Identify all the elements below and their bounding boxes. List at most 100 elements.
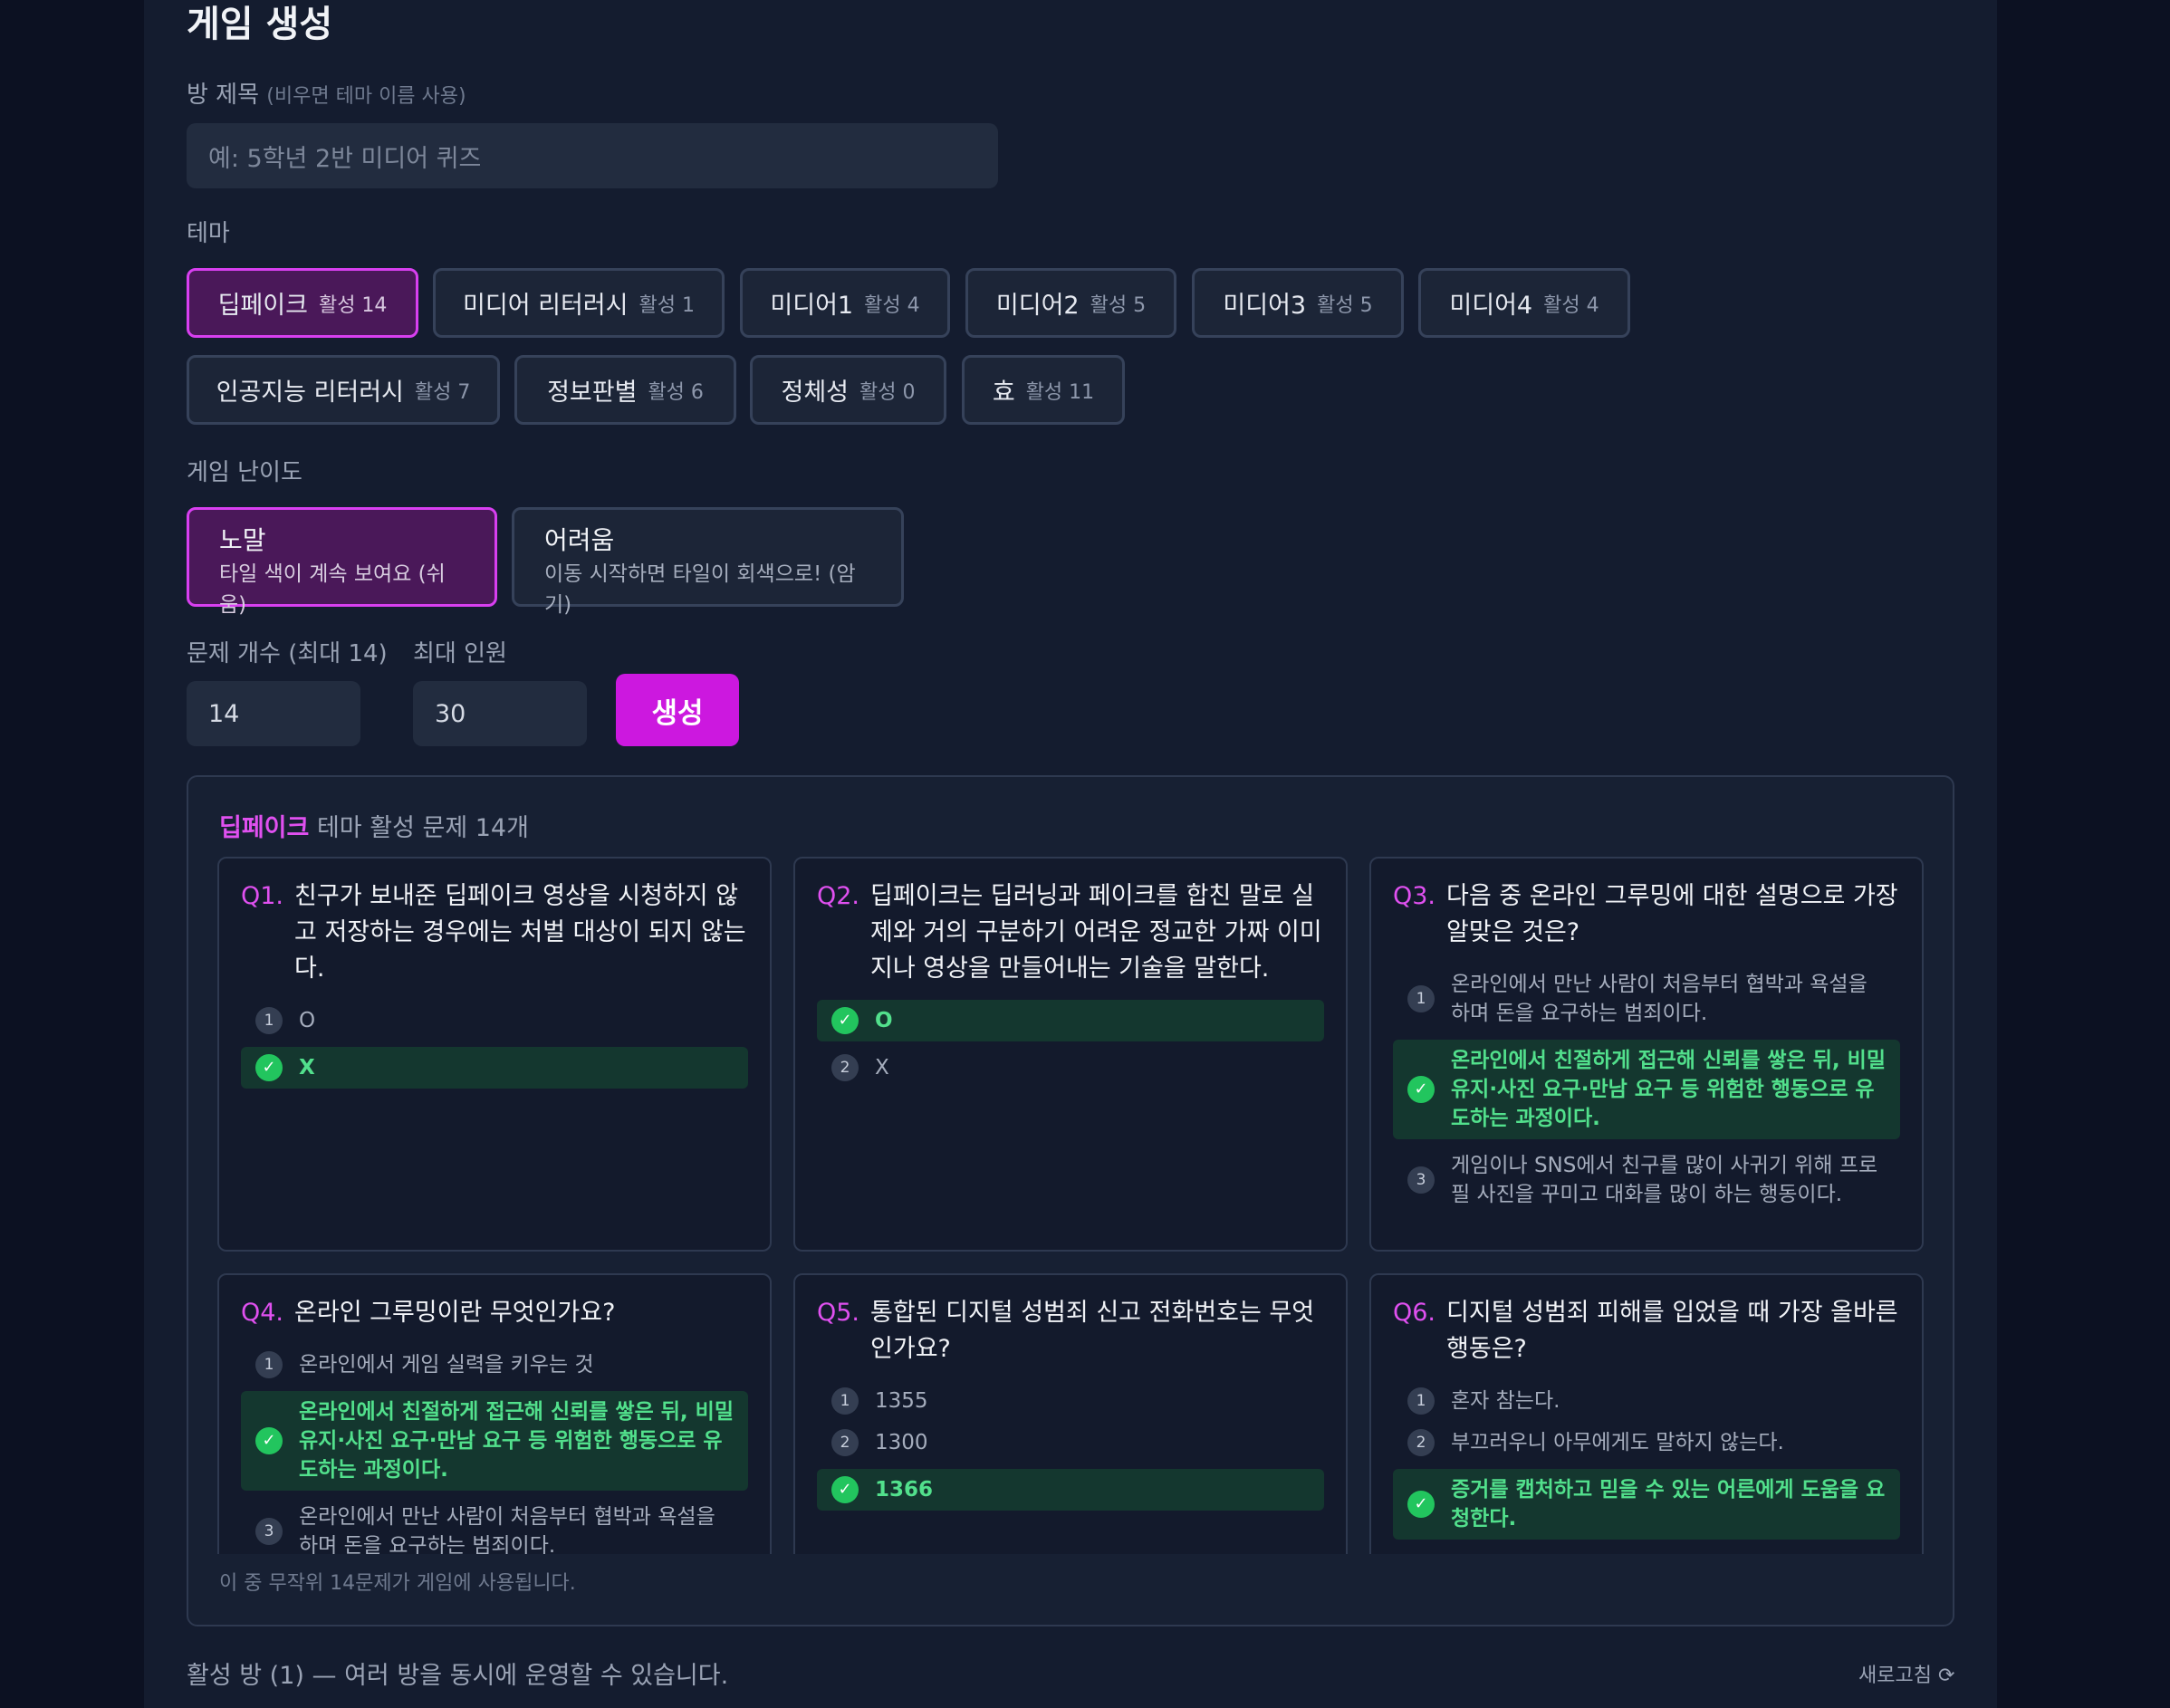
question-header: Q3. 다음 중 온라인 그루밍에 대한 설명으로 가장 알맞은 것은? [1393,878,1900,951]
question-header: Q4. 온라인 그루밍이란 무엇인가요? [241,1295,748,1331]
option-text: X [875,1056,889,1079]
theme-preview-box: 딥페이크 테마 활성 문제 14개 Q1. 친구가 보내준 딥페이크 영상을 시청… [187,775,1954,1626]
correct-option: ✓ 증거를 캡처하고 믿을 수 있는 어른에게 도움을 요청한다. [1393,1469,1900,1540]
correct-option: ✓ 1366 [817,1469,1324,1511]
option-text: 1300 [875,1431,928,1454]
theme-chip-count: 활성 5 [1090,293,1147,317]
theme-chip[interactable]: 미디어3 활성 5 [1192,268,1404,338]
option-list: ✓ O 2 X [817,1000,1324,1089]
question-number: Q4. [241,1299,284,1327]
question-count-label: 문제 개수 (최대 14) [187,640,388,667]
theme-chip-count: 활성 0 [859,380,916,404]
theme-chip-count: 활성 4 [864,293,920,317]
check-icon: ✓ [255,1427,283,1454]
theme-label: 테마 [187,220,230,247]
answer-option: 3 온라인에서 만난 사람이 처음부터 협박과 욕설을 하며 돈을 요구하는 범죄… [241,1496,748,1554]
room-title-input[interactable]: 예: 5학년 2반 미디어 퀴즈 [187,123,998,188]
question-count-input[interactable]: 14 [187,681,360,746]
option-list: 1 1355 2 1300 ✓ 1366 [817,1380,1324,1511]
question-number: Q5. [817,1299,860,1327]
check-icon: ✓ [831,1476,859,1503]
theme-chip-count: 활성 11 [1025,380,1095,404]
theme-chip-count: 활성 4 [1543,293,1599,317]
option-text: 온라인에서 만난 사람이 처음부터 협박과 욕설을 하며 돈을 요구하는 범죄이… [299,1505,715,1554]
option-text: 1366 [875,1478,934,1502]
max-players-input[interactable]: 30 [413,681,587,746]
question-text: 친구가 보내준 딥페이크 영상을 시청하지 않고 저장하는 경우에는 처벌 대상… [294,882,746,983]
room-title-label: 방 제목 (비우면 테마 이름 사용) [187,80,466,112]
question-header: Q1. 친구가 보내준 딥페이크 영상을 시청하지 않고 저장하는 경우에는 처벌… [241,878,748,987]
option-list: 1 혼자 참는다. 2 부끄러우니 아무에게도 말하지 않는다. ✓ 증거를 캡처하고 믿… [1393,1380,1900,1540]
theme-chip[interactable]: 미디어1 활성 4 [740,268,950,338]
option-number-badge: 1 [1407,985,1435,1012]
theme-chip[interactable]: 정보판별 활성 6 [514,355,736,425]
question-text: 다음 중 온라인 그루밍에 대한 설명으로 가장 알맞은 것은? [1446,882,1898,946]
option-number-badge: 2 [831,1054,859,1081]
option-text: 1355 [875,1389,928,1413]
option-number-badge: 1 [831,1387,859,1415]
option-number-badge: 1 [255,1007,283,1034]
active-rooms-heading: 활성 방 (1) — 여러 방을 동시에 운영할 수 있습니다. [187,1662,729,1690]
question-card: Q6. 디지털 성범죄 피해를 입었을 때 가장 올바른 행동은? 1 혼자 참는다.… [1369,1273,1924,1554]
theme-summary: 딥페이크 테마 활성 문제 14개 [219,808,529,843]
difficulty-hard-option[interactable]: 어려움 이동 시작하면 타일이 회색으로! (암기) [512,507,904,617]
question-text: 디지털 성범죄 피해를 입었을 때 가장 올바른 행동은? [1446,1299,1898,1363]
option-number-badge: 2 [831,1429,859,1456]
theme-chip-name: 효 [992,379,1015,407]
option-text: O [875,1009,893,1032]
answer-option: 1 온라인에서 만난 사람이 처음부터 협박과 욕설을 하며 돈을 요구하는 범죄… [1393,964,1900,1034]
question-number: Q1. [241,882,284,910]
difficulty-hard-desc: 이동 시작하면 타일이 회색으로! (암기) [544,562,856,617]
theme-chip-name: 미디어4 [1449,292,1533,320]
theme-chip[interactable]: 미디어2 활성 5 [965,268,1176,338]
refresh-button[interactable]: 새로고침 ⟳ [1858,1659,1954,1688]
theme-chip[interactable]: 인공지능 리터러시 활성 7 [187,355,500,425]
theme-chip[interactable]: 미디어4 활성 4 [1418,268,1630,338]
option-text: O [299,1009,316,1032]
correct-option: ✓ 온라인에서 친절하게 접근해 신뢰를 쌓은 뒤, 비밀 유지·사진 요구·만남… [1393,1040,1900,1139]
option-text: 온라인에서 친절하게 접근해 신뢰를 쌓은 뒤, 비밀 유지·사진 요구·만남 … [1451,1049,1886,1130]
option-text: 증거를 캡처하고 믿을 수 있는 어른에게 도움을 요청한다. [1451,1478,1886,1530]
question-card: Q4. 온라인 그루밍이란 무엇인가요? 1 온라인에서 게임 실력을 키우는 것 ✓ 온… [217,1273,772,1554]
question-grid[interactable]: Q1. 친구가 보내준 딥페이크 영상을 시청하지 않고 저장하는 경우에는 처벌… [217,857,1927,1554]
option-number-badge: 2 [1407,1429,1435,1456]
question-text: 통합된 디지털 성범죄 신고 전화번호는 무엇인가요? [870,1299,1315,1363]
check-icon: ✓ [1407,1491,1435,1518]
theme-chip-name: 정체성 [781,379,850,407]
difficulty-normal-desc: 타일 색이 계속 보여요 (쉬움) [219,562,446,617]
question-card: Q2. 딥페이크는 딥러닝과 페이크를 합친 말로 실제와 거의 구분하기 어려운… [793,857,1348,1252]
answer-option: 2 부끄러우니 아무에게도 말하지 않는다. [1393,1422,1900,1463]
question-card: Q1. 친구가 보내준 딥페이크 영상을 시청하지 않고 저장하는 경우에는 처벌… [217,857,772,1252]
option-text: X [299,1056,315,1079]
option-text: 온라인에서 만난 사람이 처음부터 협박과 욕설을 하며 돈을 요구하는 범죄이… [1451,973,1868,1025]
theme-chip-name: 인공지능 리터러시 [216,379,404,407]
question-header: Q2. 딥페이크는 딥러닝과 페이크를 합친 말로 실제와 거의 구분하기 어려운… [817,878,1324,987]
question-card: Q5. 통합된 디지털 성범죄 신고 전화번호는 무엇인가요? 1 1355 2 1300… [793,1273,1348,1554]
option-list: 1 온라인에서 게임 실력을 키우는 것 ✓ 온라인에서 친절하게 접근해 신뢰를 쌓… [241,1344,748,1554]
question-text: 온라인 그루밍이란 무엇인가요? [294,1299,616,1327]
create-button[interactable]: 생성 [616,674,739,746]
answer-option: 1 1355 [817,1380,1324,1422]
check-icon: ✓ [1407,1076,1435,1103]
theme-chip[interactable]: 효 활성 11 [962,355,1125,425]
theme-chip[interactable]: 딥페이크 활성 14 [187,268,418,338]
theme-summary-name: 딥페이크 [219,814,310,842]
answer-option: 1O [241,1000,748,1041]
theme-chip[interactable]: 정체성 활성 0 [750,355,946,425]
difficulty-hard-title: 어려움 [544,525,615,555]
theme-chip-count: 활성 7 [414,380,471,404]
room-title-hint: (비우면 테마 이름 사용) [266,85,466,108]
answer-option: 3 게임이나 SNS에서 친구를 많이 사귀기 위해 프로필 사진을 꾸미고 대화… [1393,1145,1900,1215]
theme-chip-name: 미디어1 [770,292,854,320]
theme-chip-count: 활성 1 [639,293,695,317]
check-icon: ✓ [831,1007,859,1034]
random-questions-note: 이 중 무작위 14문제가 게임에 사용됩니다. [219,1572,576,1595]
question-header: Q6. 디지털 성범죄 피해를 입었을 때 가장 올바른 행동은? [1393,1295,1900,1367]
option-text: 부끄러우니 아무에게도 말하지 않는다. [1451,1431,1784,1454]
theme-chip-count: 활성 5 [1317,293,1373,317]
question-number: Q3. [1393,882,1436,910]
question-text: 딥페이크는 딥러닝과 페이크를 합친 말로 실제와 거의 구분하기 어려운 정교… [870,882,1322,983]
difficulty-normal-option[interactable]: 노말 타일 색이 계속 보여요 (쉬움) [187,507,497,617]
theme-chip[interactable]: 미디어 리터러시 활성 1 [433,268,725,338]
question-header: Q5. 통합된 디지털 성범죄 신고 전화번호는 무엇인가요? [817,1295,1324,1367]
